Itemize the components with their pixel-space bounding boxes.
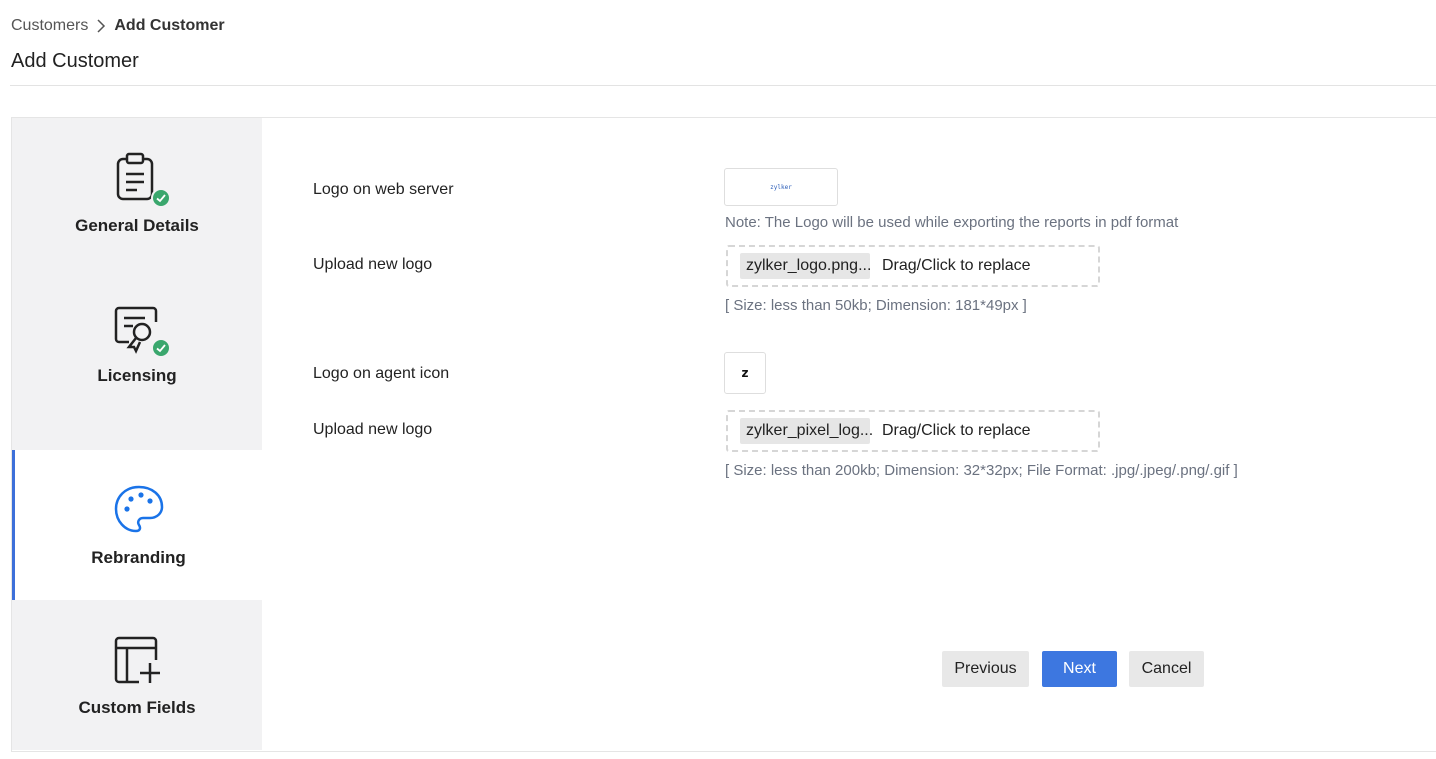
agent-logo-dropzone[interactable]: zylker_pixel_log... Drag/Click to replac… [726, 410, 1100, 452]
check-badge-icon [151, 188, 171, 208]
page-title: Add Customer [11, 50, 139, 72]
wizard-panel: General Details Licensing Rebranding Cus… [11, 117, 1436, 752]
check-badge-icon [151, 338, 171, 358]
next-button[interactable]: Next [1042, 651, 1117, 687]
step-label: Rebranding [91, 548, 186, 567]
agent-logo-preview: z [724, 352, 766, 394]
agent-logo-label: Logo on agent icon [313, 365, 450, 382]
breadcrumb-current: Add Customer [114, 17, 225, 34]
web-logo-drop-text: Drag/Click to replace [882, 257, 1031, 274]
breadcrumb: Customers Add Customer [11, 17, 225, 35]
table-add-icon [109, 632, 165, 688]
cancel-button[interactable]: Cancel [1129, 651, 1204, 687]
wizard-steps-sidebar: General Details Licensing Rebranding Cus… [12, 118, 262, 750]
step-licensing[interactable]: Licensing [12, 268, 262, 418]
rebranding-form: Logo on web server zylker Note: The Logo… [262, 118, 1436, 751]
agent-logo-preview-text: z [741, 366, 749, 380]
step-label: Licensing [97, 366, 177, 385]
step-general-details[interactable]: General Details [12, 118, 262, 268]
web-logo-preview: zylker [724, 168, 838, 206]
step-custom-fields[interactable]: Custom Fields [12, 600, 262, 750]
breadcrumb-customers-link[interactable]: Customers [11, 17, 88, 35]
web-logo-dropzone[interactable]: zylker_logo.png... Drag/Click to replace [726, 245, 1100, 287]
header-divider [10, 85, 1436, 86]
chevron-right-icon [97, 19, 106, 33]
web-logo-upload-label: Upload new logo [313, 256, 433, 273]
agent-logo-upload-label: Upload new logo [313, 421, 433, 438]
agent-logo-hint: [ Size: less than 200kb; Dimension: 32*3… [725, 462, 1238, 479]
web-logo-hint: [ Size: less than 50kb; Dimension: 181*4… [725, 297, 1027, 314]
clipboard-icon [109, 150, 171, 208]
license-certificate-icon [109, 300, 171, 358]
agent-logo-drop-text: Drag/Click to replace [882, 422, 1031, 439]
web-logo-preview-text: zylker [770, 183, 792, 191]
step-label: Custom Fields [78, 698, 196, 717]
palette-icon [111, 482, 167, 538]
step-label: General Details [75, 216, 199, 235]
previous-button[interactable]: Previous [942, 651, 1029, 687]
agent-logo-file-chip: zylker_pixel_log... [740, 418, 873, 444]
web-logo-note: Note: The Logo will be used while export… [725, 214, 1179, 231]
web-logo-file-chip: zylker_logo.png... [740, 253, 871, 279]
web-logo-label: Logo on web server [313, 181, 454, 198]
step-rebranding[interactable]: Rebranding [12, 450, 262, 600]
